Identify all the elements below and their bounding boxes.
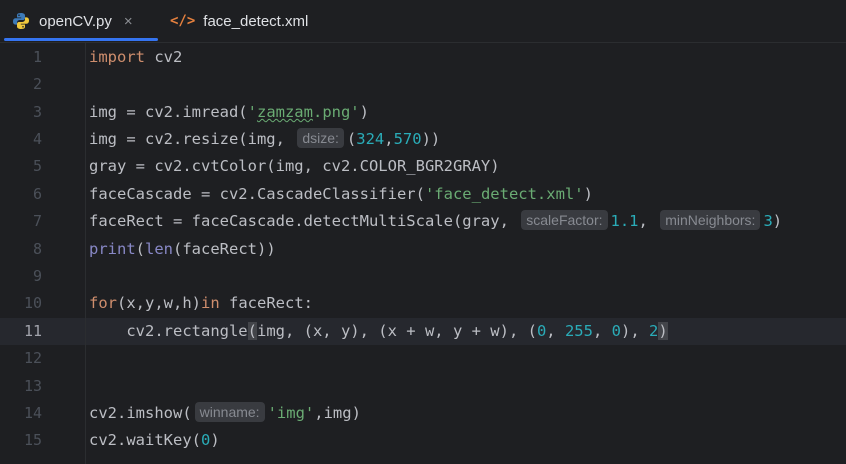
line-number[interactable]: 14 xyxy=(0,400,42,427)
code-text: ) xyxy=(772,212,783,230)
code-line-11[interactable]: cv2.rectangle(img, (x, y), (x + w, y + w… xyxy=(89,318,668,345)
code-text: ) xyxy=(359,103,369,121)
matched-bracket: ( xyxy=(247,322,257,340)
code-text: img = cv2.imread( xyxy=(89,103,248,121)
xml-icon: </> xyxy=(170,13,196,29)
code-line-8[interactable]: print(len(faceRect)) xyxy=(89,236,276,263)
line-number[interactable]: 6 xyxy=(0,181,42,208)
active-tab-indicator xyxy=(4,38,158,41)
parameter-hint: winname: xyxy=(194,402,265,422)
code-text: ,img) xyxy=(314,404,361,422)
parameter-hint: minNeighbors: xyxy=(660,210,761,230)
code-text: img = cv2.resize(img, xyxy=(89,130,295,148)
parameter-hint: scaleFactor: xyxy=(521,210,608,230)
code-text: img, (x, y), (x + w, y + w), ( xyxy=(256,322,537,340)
line-number[interactable]: 5 xyxy=(0,153,42,180)
code-line-6[interactable]: faceCascade = cv2.CascadeClassifier('fac… xyxy=(89,181,593,208)
code-text: cv2.imshow( xyxy=(89,404,192,422)
string-literal-typo: zamzam xyxy=(256,103,313,121)
line-number[interactable]: 2 xyxy=(0,71,42,98)
python-icon xyxy=(13,13,29,29)
code-text: )) xyxy=(421,130,441,148)
code-text: ( xyxy=(135,240,146,258)
code-line-4[interactable]: img = cv2.resize(img, dsize: (324,570)) xyxy=(89,126,440,153)
code-text: , xyxy=(546,322,565,340)
code-text: , xyxy=(592,322,612,340)
matched-bracket: ) xyxy=(658,322,668,340)
code-text: cv2.waitKey( xyxy=(89,431,201,449)
line-number[interactable]: 1 xyxy=(0,44,42,71)
gutter-separator xyxy=(85,43,86,464)
keyword: in xyxy=(201,294,220,312)
line-number[interactable]: 7 xyxy=(0,208,42,235)
code-line-7[interactable]: faceRect = faceCascade.detectMultiScale(… xyxy=(89,208,782,235)
line-number[interactable]: 15 xyxy=(0,427,42,454)
number-literal: 1.1 xyxy=(610,212,639,230)
line-number[interactable]: 4 xyxy=(0,126,42,153)
tab-label: face_detect.xml xyxy=(203,12,309,30)
code-text: faceCascade = cv2.CascadeClassifier( xyxy=(89,185,425,203)
line-number[interactable]: 10 xyxy=(0,290,42,317)
tab-opencv-py[interactable]: openCV.py × xyxy=(12,0,158,42)
string-literal: .png' xyxy=(312,103,360,121)
code-text: ( xyxy=(346,130,357,148)
code-text: cv2 xyxy=(145,48,183,66)
line-number[interactable]: 13 xyxy=(0,373,42,400)
number-literal: 570 xyxy=(393,130,422,148)
number-literal: 0 xyxy=(200,431,211,449)
number-literal: 255 xyxy=(564,322,593,340)
tab-label: openCV.py xyxy=(39,12,112,30)
code-line-14[interactable]: cv2.imshow(winname:'img',img) xyxy=(89,400,361,427)
line-number[interactable]: 8 xyxy=(0,236,42,263)
number-literal: 0 xyxy=(536,322,547,340)
number-literal: 324 xyxy=(356,130,385,148)
code-text: ) xyxy=(210,431,220,449)
code-line-3[interactable]: img = cv2.imread('zamzam.png') xyxy=(89,99,369,126)
editor-tab-bar: openCV.py × </> face_detect.xml xyxy=(0,0,846,43)
string-literal: 'face_detect.xml' xyxy=(424,185,584,203)
string-literal: 'img' xyxy=(267,404,315,422)
code-text: ) xyxy=(583,185,593,203)
line-number[interactable]: 9 xyxy=(0,263,42,290)
code-line-15[interactable]: cv2.waitKey(0) xyxy=(89,427,220,454)
line-number-active[interactable]: 11 xyxy=(0,318,42,345)
close-icon[interactable]: × xyxy=(124,13,133,30)
builtin-function: len xyxy=(145,240,174,258)
builtin-function: print xyxy=(89,240,136,258)
code-line-10[interactable]: for(x,y,w,h)in faceRect: xyxy=(89,290,313,317)
code-text: faceRect = faceCascade.detectMultiScale(… xyxy=(89,212,519,230)
code-text: , xyxy=(384,130,394,148)
number-literal: 0 xyxy=(611,322,621,340)
number-literal: 2 xyxy=(648,322,659,340)
code-text: faceRect: xyxy=(219,294,313,312)
string-literal: ' xyxy=(247,103,257,121)
keyword: import xyxy=(89,48,145,66)
line-number[interactable]: 3 xyxy=(0,99,42,126)
code-text: , xyxy=(638,212,658,230)
code-line-1[interactable]: import cv2 xyxy=(89,44,182,71)
tab-face-detect-xml[interactable]: </> face_detect.xml xyxy=(170,0,320,42)
code-text: ), xyxy=(620,322,649,340)
code-text: cv2.rectangle xyxy=(89,322,248,340)
code-text: (x,y,w,h) xyxy=(117,294,201,312)
number-literal: 3 xyxy=(763,212,773,230)
code-line-5[interactable]: gray = cv2.cvtColor(img, cv2.COLOR_BGR2G… xyxy=(89,153,500,180)
keyword: for xyxy=(89,294,117,312)
code-text: (faceRect)) xyxy=(173,240,276,258)
parameter-hint: dsize: xyxy=(297,128,344,148)
line-number[interactable]: 12 xyxy=(0,345,42,372)
